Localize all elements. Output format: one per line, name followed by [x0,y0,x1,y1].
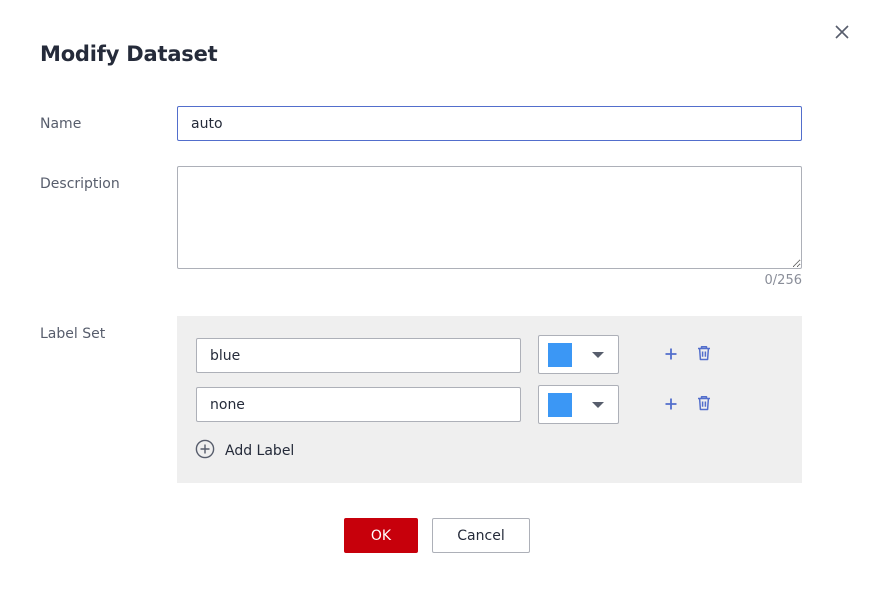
color-swatch [548,393,572,417]
name-label: Name [40,116,82,132]
trash-icon[interactable] [695,344,713,362]
modify-dataset-dialog: Modify Dataset Name Description 0/256 La… [0,0,874,593]
description-label: Description [40,176,120,192]
dialog-title: Modify Dataset [40,42,218,66]
label-set-label: Label Set [40,326,106,342]
description-counter: 0/256 [764,273,802,288]
plus-icon[interactable] [662,345,680,363]
cancel-button[interactable]: Cancel [432,518,530,553]
caret-down-icon [592,352,604,358]
add-label-text: Add Label [225,443,295,459]
add-label-button[interactable]: Add Label [195,439,295,463]
ok-button[interactable]: OK [344,518,418,553]
label-name-input[interactable] [196,387,521,422]
name-input[interactable] [177,106,802,141]
trash-icon[interactable] [695,394,713,412]
label-set-panel: Add Label [177,316,802,483]
plus-icon[interactable] [662,395,680,413]
label-name-input[interactable] [196,338,521,373]
caret-down-icon [592,402,604,408]
label-color-select[interactable] [538,385,619,424]
color-swatch [548,343,572,367]
close-icon[interactable] [832,22,852,42]
label-color-select[interactable] [538,335,619,374]
plus-circle-icon [195,439,215,463]
description-input[interactable] [177,166,802,269]
